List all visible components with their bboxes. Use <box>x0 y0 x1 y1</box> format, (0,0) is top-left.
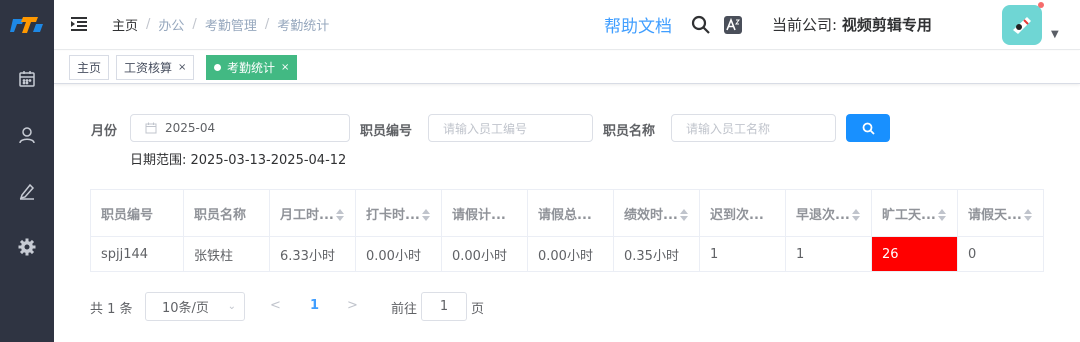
tag-label: 考勤统计 <box>227 61 276 75</box>
search-icon <box>862 122 875 135</box>
page-size-value: 10条/页 <box>162 301 209 316</box>
prev-page-icon[interactable]: < <box>270 298 281 313</box>
avatar[interactable] <box>1002 5 1042 45</box>
tag-payroll[interactable]: 工资核算 × <box>116 55 195 80</box>
sort-icon <box>851 208 860 222</box>
top-header: 主页 / 办公 / 考勤管理 / 考勤统计 帮助文档 当前公司: 视频剪辑专用 … <box>54 0 1080 50</box>
sidebar <box>0 0 54 342</box>
edit-icon[interactable] <box>16 180 38 202</box>
logo-icon[interactable] <box>10 12 44 38</box>
employee-name-input[interactable]: 请输入员工名称 <box>671 114 836 142</box>
col-header-performance-hours[interactable]: 绩效时... <box>613 189 700 237</box>
col-header-late-count: 迟到次... <box>699 189 786 237</box>
absent-days-cell: 26 <box>871 236 958 272</box>
month-label: 月份 <box>91 124 118 139</box>
table-header-row: 职员编号 职员名称 月工时... 打卡时... 请假计... 请假总... 绩效… <box>90 189 1044 237</box>
page-number-current[interactable]: 1 <box>310 298 319 313</box>
month-value: 2025-04 <box>165 121 216 135</box>
table-cell: 1 <box>785 236 872 272</box>
active-dot-icon <box>214 64 221 71</box>
breadcrumb-item-attendance-stats: 考勤统计 <box>277 19 330 34</box>
col-header-leave-days[interactable]: 请假天... <box>957 189 1044 237</box>
tag-label: 主页 <box>77 61 102 75</box>
employee-id-label: 职员编号 <box>360 124 413 139</box>
company-prefix: 当前公司: <box>772 16 838 34</box>
table-cell: 1 <box>699 236 786 272</box>
col-header-emp-name: 职员名称 <box>183 189 270 237</box>
chevron-down-icon: ⌄ <box>227 301 236 312</box>
sort-icon <box>937 208 946 222</box>
next-page-icon[interactable]: > <box>347 298 358 313</box>
font-size-icon[interactable] <box>722 14 744 36</box>
tag-attendance-stats[interactable]: 考勤统计 × <box>206 55 298 80</box>
col-header-clock-hours[interactable]: 打卡时... <box>355 189 442 237</box>
sort-icon <box>335 208 344 222</box>
col-header-early-leave-count[interactable]: 早退次... <box>785 189 872 237</box>
sort-icon <box>679 208 688 222</box>
calendar-icon <box>145 122 157 134</box>
page-size-select[interactable]: 10条/页 ⌄ <box>145 292 245 321</box>
employee-id-input[interactable]: 请输入员工编号 <box>428 114 593 142</box>
col-header-absent-days[interactable]: 旷工天... <box>871 189 958 237</box>
help-docs-link[interactable]: 帮助文档 <box>604 12 672 37</box>
tag-home[interactable]: 主页 <box>69 55 110 80</box>
search-icon[interactable] <box>690 14 712 36</box>
notification-dot <box>1038 2 1044 8</box>
date-range-text: 日期范围: 2025-03-13-2025-04-12 <box>130 153 347 168</box>
col-header-leave-count: 请假计... <box>441 189 528 237</box>
goto-page-input[interactable]: 1 <box>421 292 467 321</box>
table-cell: 6.33小时 <box>269 236 356 272</box>
current-company: 当前公司: 视频剪辑专用 <box>772 14 932 35</box>
table-cell: 张铁柱 <box>183 236 270 272</box>
table-cell: 0.00小时 <box>527 236 614 272</box>
employee-name-placeholder: 请输入员工名称 <box>686 121 771 136</box>
table-cell: 0.00小时 <box>441 236 528 272</box>
col-header-leave-total: 请假总... <box>527 189 614 237</box>
pagination-total: 共 1 条 <box>90 302 133 317</box>
caret-down-icon[interactable]: ▼ <box>1051 29 1059 40</box>
gear-icon[interactable] <box>16 236 38 258</box>
calendar-icon[interactable] <box>16 68 38 90</box>
month-picker[interactable]: 2025-04 <box>130 114 350 142</box>
close-icon[interactable]: × <box>178 62 186 73</box>
search-button[interactable] <box>846 114 890 142</box>
table-cell: 0 <box>957 236 1044 272</box>
sort-icon <box>421 208 430 222</box>
table-row[interactable]: spjj144 张铁柱 6.33小时 0.00小时 0.00小时 0.00小时 … <box>90 236 1044 272</box>
tags-view: 主页 工资核算 × 考勤统计 × <box>54 51 1080 84</box>
col-header-monthly-hours[interactable]: 月工时... <box>269 189 356 237</box>
breadcrumb-separator: / <box>146 17 151 32</box>
sort-icon <box>1023 208 1032 222</box>
breadcrumb-separator: / <box>264 17 270 32</box>
table-cell: 0.35小时 <box>613 236 700 272</box>
goto-page-value: 1 <box>439 299 449 314</box>
breadcrumb-item-home[interactable]: 主页 <box>112 15 138 34</box>
col-header-emp-id: 职员编号 <box>90 189 184 237</box>
breadcrumb-item-attendance-mgmt: 考勤管理 <box>204 19 257 34</box>
breadcrumb: 主页 / 办公 / 考勤管理 / 考勤统计 <box>112 15 329 34</box>
employee-id-placeholder: 请输入员工编号 <box>443 121 528 136</box>
breadcrumb-item-office: 办公 <box>158 19 185 34</box>
goto-prefix: 前往 <box>391 302 418 317</box>
menu-toggle-icon[interactable] <box>70 15 88 33</box>
employee-name-label: 职员名称 <box>603 124 656 139</box>
tag-label: 工资核算 <box>124 61 173 75</box>
close-icon[interactable]: × <box>281 62 289 73</box>
table-cell: spjj144 <box>90 236 184 272</box>
table-cell: 0.00小时 <box>355 236 442 272</box>
company-name: 视频剪辑专用 <box>841 16 932 34</box>
attendance-table: 职员编号 职员名称 月工时... 打卡时... 请假计... 请假总... 绩效… <box>90 189 1044 272</box>
user-icon[interactable] <box>16 124 38 146</box>
breadcrumb-separator: / <box>192 17 197 32</box>
goto-suffix: 页 <box>471 302 485 317</box>
